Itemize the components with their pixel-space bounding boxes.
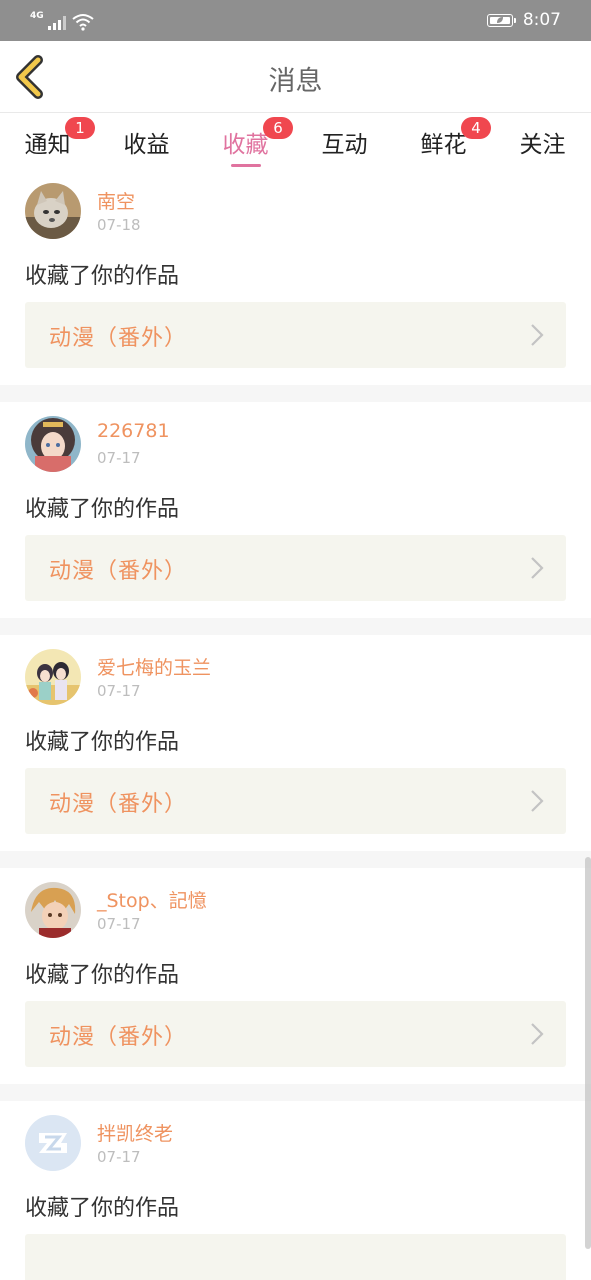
network-type: 4G (30, 11, 44, 21)
page-title: 消息 (268, 66, 323, 97)
work-title: 动漫（番外） (49, 559, 188, 584)
chevron-right-icon (531, 790, 544, 812)
list-item: 南空 07-18 收藏了你的作品 动漫（番外） (0, 169, 591, 385)
list-item: 226781 07-17 收藏了你的作品 动漫（番外） (0, 402, 591, 618)
divider (0, 385, 591, 402)
username[interactable]: 爱七梅的玉兰 (97, 653, 211, 680)
date: 07-17 (97, 915, 141, 933)
action-text: 收藏了你的作品 (25, 264, 180, 289)
work-title: 动漫（番外） (49, 792, 188, 817)
avatar[interactable] (25, 416, 81, 472)
tab-label: 收藏 (222, 132, 269, 158)
action-text: 收藏了你的作品 (25, 497, 180, 522)
work-title: 动漫（番外） (49, 1025, 188, 1050)
tab-earnings[interactable]: 收益 (123, 125, 170, 165)
wifi-icon (72, 14, 94, 31)
unread-badge: 4 (461, 117, 491, 139)
username[interactable]: _Stop、記憶 (97, 886, 207, 913)
status-left: 4G (30, 10, 94, 31)
chevron-right-icon (531, 1023, 544, 1045)
unread-badge: 1 (65, 117, 95, 139)
work-link[interactable]: 动漫（番外） (25, 768, 566, 834)
avatar[interactable] (25, 649, 81, 705)
tab-bar: 通知 1 收益 收藏 6 互动 鲜花 4 关注 (0, 113, 591, 169)
active-tab-indicator (230, 164, 261, 167)
work-link[interactable]: 动漫（番外） (25, 302, 566, 368)
clock: 8:07 (522, 10, 561, 30)
work-link[interactable]: 动漫（番外） (25, 535, 566, 601)
work-title: 动漫（番外） (49, 326, 188, 351)
status-bar: 4G 8:07 (0, 0, 591, 41)
unread-badge: 6 (263, 117, 293, 139)
action-text: 收藏了你的作品 (25, 730, 180, 755)
date: 07-17 (97, 1148, 141, 1166)
date: 07-17 (97, 449, 141, 467)
tab-follows[interactable]: 关注 (519, 125, 566, 165)
tab-favorites[interactable]: 收藏 6 (222, 117, 293, 167)
tab-label: 关注 (519, 132, 566, 158)
username[interactable]: 拌凯终老 (97, 1119, 173, 1146)
tab-label: 互动 (321, 132, 368, 158)
username[interactable]: 226781 (97, 420, 170, 442)
chevron-right-icon (531, 324, 544, 346)
avatar[interactable] (25, 183, 81, 239)
divider (0, 618, 591, 635)
tab-label: 鲜花 (420, 132, 467, 158)
avatar[interactable] (25, 882, 81, 938)
tab-notifications[interactable]: 通知 1 (24, 117, 95, 165)
tab-label: 收益 (123, 132, 170, 158)
app-screen: 4G 8:07 消息 通知 1 收益 收藏 6 互动 鲜花 4 关注 南空 07… (0, 0, 591, 1280)
message-list: 南空 07-18 收藏了你的作品 动漫（番外） 226781 07-17 收藏了… (0, 169, 591, 1280)
list-item: 爱七梅的玉兰 07-17 收藏了你的作品 动漫（番外） (0, 635, 591, 851)
action-text: 收藏了你的作品 (25, 963, 180, 988)
tab-interactions[interactable]: 互动 (321, 125, 368, 165)
list-item: _Stop、記憶 07-17 收藏了你的作品 动漫（番外） (0, 868, 591, 1084)
battery-icon (486, 13, 516, 27)
work-link[interactable]: 动漫（番外） (25, 1001, 566, 1067)
date: 07-17 (97, 682, 141, 700)
divider (0, 1084, 591, 1101)
signal-icon (47, 14, 66, 30)
default-avatar-icon (25, 1115, 81, 1171)
app-header: 消息 (0, 41, 591, 113)
action-text: 收藏了你的作品 (25, 1196, 180, 1221)
tab-flowers[interactable]: 鲜花 4 (420, 117, 491, 165)
status-right: 8:07 (486, 9, 561, 31)
chevron-right-icon (531, 557, 544, 579)
date: 07-18 (97, 216, 141, 234)
scrollbar[interactable] (585, 857, 591, 1249)
username[interactable]: 南空 (97, 187, 135, 214)
tab-label: 通知 (24, 132, 71, 158)
divider (0, 851, 591, 868)
work-link[interactable] (25, 1234, 566, 1280)
avatar[interactable] (25, 1115, 81, 1171)
list-item: 拌凯终老 07-17 收藏了你的作品 (0, 1101, 591, 1280)
